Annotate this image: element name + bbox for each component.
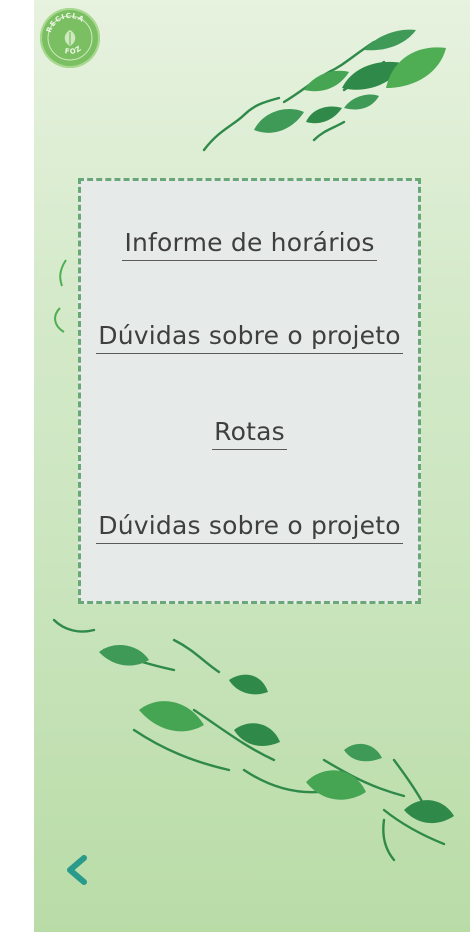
top-leaves-decoration [202,29,446,152]
chevron-left-icon [67,855,87,885]
menu-item-label: Informe de horários [122,228,377,261]
menu-item-duvidas-sobre-o-projeto-2[interactable]: Dúvidas sobre o projeto [81,511,418,544]
bottom-leaves-decoration [52,618,454,862]
menu-item-informe-de-horarios[interactable]: Informe de horários [81,228,418,261]
menu-item-rotas[interactable]: Rotas [81,417,418,450]
back-button[interactable] [58,850,98,890]
menu-panel: Informe de horários Dúvidas sobre o proj… [78,178,421,604]
menu-item-duvidas-sobre-o-projeto[interactable]: Dúvidas sobre o projeto [81,321,418,354]
leaf-icon [64,30,76,46]
app-screen: RECICLA FOZ Informe de horários Dúvidas … [34,0,470,932]
menu-item-label: Rotas [212,417,287,450]
recicla-foz-logo: RECICLA FOZ [40,8,100,68]
menu-item-label: Dúvidas sobre o projeto [96,511,403,544]
menu-item-label: Dúvidas sobre o projeto [96,321,403,354]
